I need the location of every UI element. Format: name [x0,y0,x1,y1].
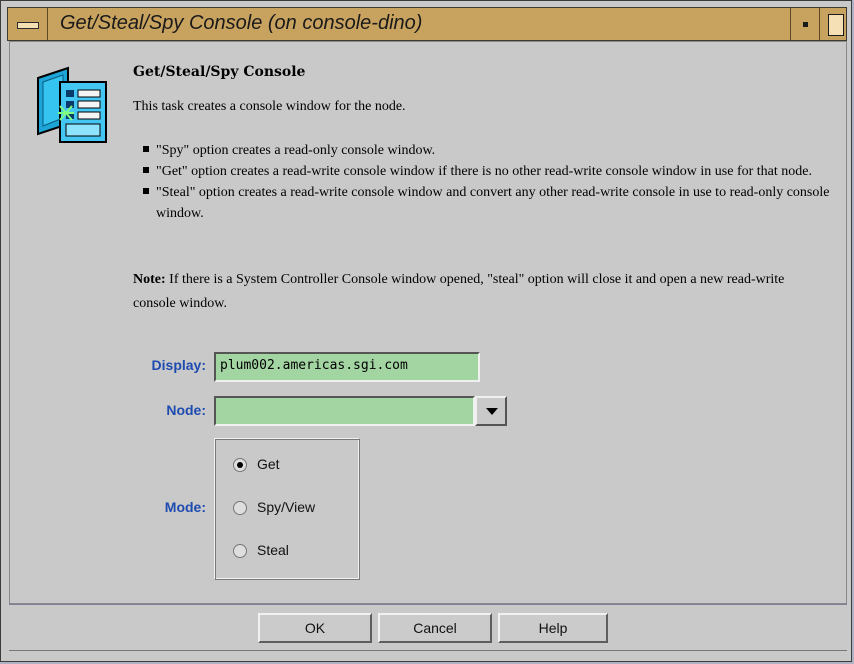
window-title: Get/Steal/Spy Console (on console-dino) [60,12,423,34]
display-field[interactable]: plum002.americas.sgi.com [214,352,480,382]
note-paragraph: Note: If there is a System Controller Co… [133,268,823,316]
mode-radio-group: Get Spy/View Steal [214,438,360,580]
mode-label: Mode: [164,499,206,515]
radio-label: Spy/View [257,499,316,515]
cancel-button[interactable]: Cancel [378,613,492,643]
option-bullet-list: "Spy" option creates a read-only console… [143,140,836,224]
node-label: Node: [166,402,206,418]
list-item: "Steal" option creates a read-write cons… [143,182,836,224]
maximize-icon [828,14,844,36]
window-menu-button[interactable] [8,8,48,40]
help-button[interactable]: Help [498,613,608,643]
console-task-icon [37,66,107,143]
radio-label: Steal [257,542,289,558]
list-item: "Get" option creates a read-write consol… [143,161,836,182]
triangle-down-icon [486,408,498,415]
window-bottom-edge [9,650,847,656]
minimize-button[interactable] [790,8,820,40]
dialog-heading: Get/Steal/Spy Console [133,64,306,80]
list-item: "Spy" option creates a read-only console… [143,140,836,161]
node-dropdown-button[interactable] [475,396,507,426]
dialog-content [9,41,847,604]
bullet-text: "Spy" option creates a read-only console… [156,143,436,158]
bullet-icon [143,188,149,194]
radio-unselected-icon [233,501,247,515]
bullet-text: "Get" option creates a read-write consol… [156,164,812,179]
bullet-icon [143,146,149,152]
bullet-icon [143,167,149,173]
dialog-description: This task creates a console window for t… [133,99,406,114]
radio-label: Get [257,456,280,472]
radio-unselected-icon [233,544,247,558]
note-text: If there is a System Controller Console … [133,272,785,311]
window-menu-icon [17,22,39,29]
ok-button[interactable]: OK [258,613,372,643]
title-bar[interactable]: Get/Steal/Spy Console (on console-dino) [7,7,847,41]
node-field[interactable] [214,396,475,426]
note-label: Note: [133,272,166,287]
display-label: Display: [151,357,206,373]
radio-selected-icon [233,458,247,472]
minimize-icon [803,22,808,27]
bullet-text: "Steal" option creates a read-write cons… [156,185,830,221]
